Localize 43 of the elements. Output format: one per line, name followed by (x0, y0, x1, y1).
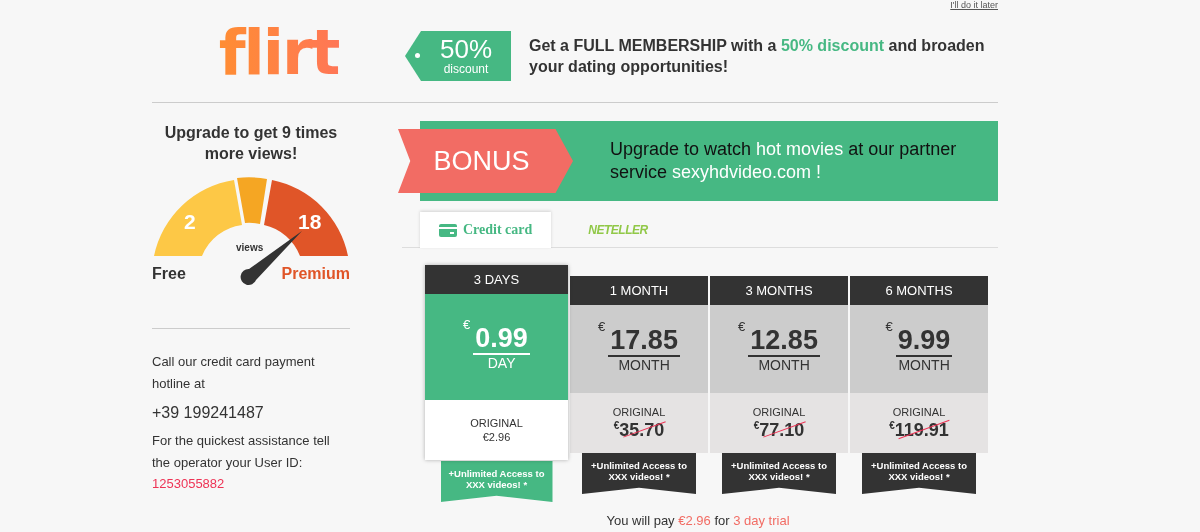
phone-number: +39 199241487 (152, 404, 265, 422)
bonus-ribbon: BONUS (398, 129, 573, 193)
perk-ribbon: +Unlimited Access to XXX videos! * (862, 453, 976, 494)
payment-summary: You will pay €2.96 for 3 day trial (605, 513, 791, 528)
promo-text: Get a FULL MEMBERSHIP with a 50% discount and broaden your dating opportunities! (529, 36, 986, 77)
price-unit: MONTH (898, 357, 950, 373)
plan-period: 6 MONTHS (850, 276, 988, 305)
discount-tag: 50% discount (405, 31, 511, 81)
perk-ribbon: +Unlimited Access to XXX videos! * (582, 453, 696, 494)
plan-price: 17.85 (608, 325, 680, 357)
plan-card[interactable]: 3 DAYS € 0.99 DAY ORIGINAL €2.96 (425, 265, 568, 460)
plan-period: 3 MONTHS (710, 276, 848, 305)
currency-sign: € (598, 319, 606, 334)
credit-card-icon (439, 223, 457, 237)
perk-ribbon: +Unlimited Access to XXX videos! * (722, 453, 836, 494)
price-unit: MONTH (758, 357, 810, 373)
plan-period: 3 DAYS (425, 265, 568, 294)
original-label: ORIGINAL (470, 417, 523, 429)
bonus-text: Upgrade to watch hot movies at our partner service sexyhdvideo.com ! (610, 138, 958, 184)
currency-sign: € (885, 319, 893, 334)
hotline-text: Call our credit card payment hotline at (152, 353, 316, 393)
views-label: views (236, 242, 264, 253)
free-label: Free (152, 265, 186, 283)
assistance-text: For the quickest assistance tell the operator your User ID: (152, 432, 331, 472)
premium-label: Premium (281, 265, 350, 283)
currency-sign: € (738, 319, 746, 334)
plan-period: 1 MONTH (570, 276, 708, 305)
price-unit: MONTH (618, 357, 670, 373)
perk-ribbon: +Unlimited Access to XXX videos! * (440, 461, 553, 502)
premium-views-value: 18 (298, 210, 322, 234)
original-label: ORIGINAL (892, 405, 946, 418)
plan-price: 0.99 (473, 323, 530, 355)
original-label: ORIGINAL (612, 405, 666, 418)
original-price: €2.96 (482, 431, 511, 443)
user-id: 1253055882 (152, 475, 226, 493)
plan-price: 12.85 (748, 325, 820, 357)
plan-price: 9.99 (895, 325, 953, 357)
skip-link[interactable]: I'll do it later (950, 0, 998, 10)
price-unit: DAY (487, 355, 516, 371)
upgrade-title: Upgrade to get 9 times more views! (163, 123, 339, 164)
currency-sign: € (463, 317, 471, 332)
original-label: ORIGINAL (752, 405, 806, 418)
free-views-value: 2 (184, 210, 196, 234)
